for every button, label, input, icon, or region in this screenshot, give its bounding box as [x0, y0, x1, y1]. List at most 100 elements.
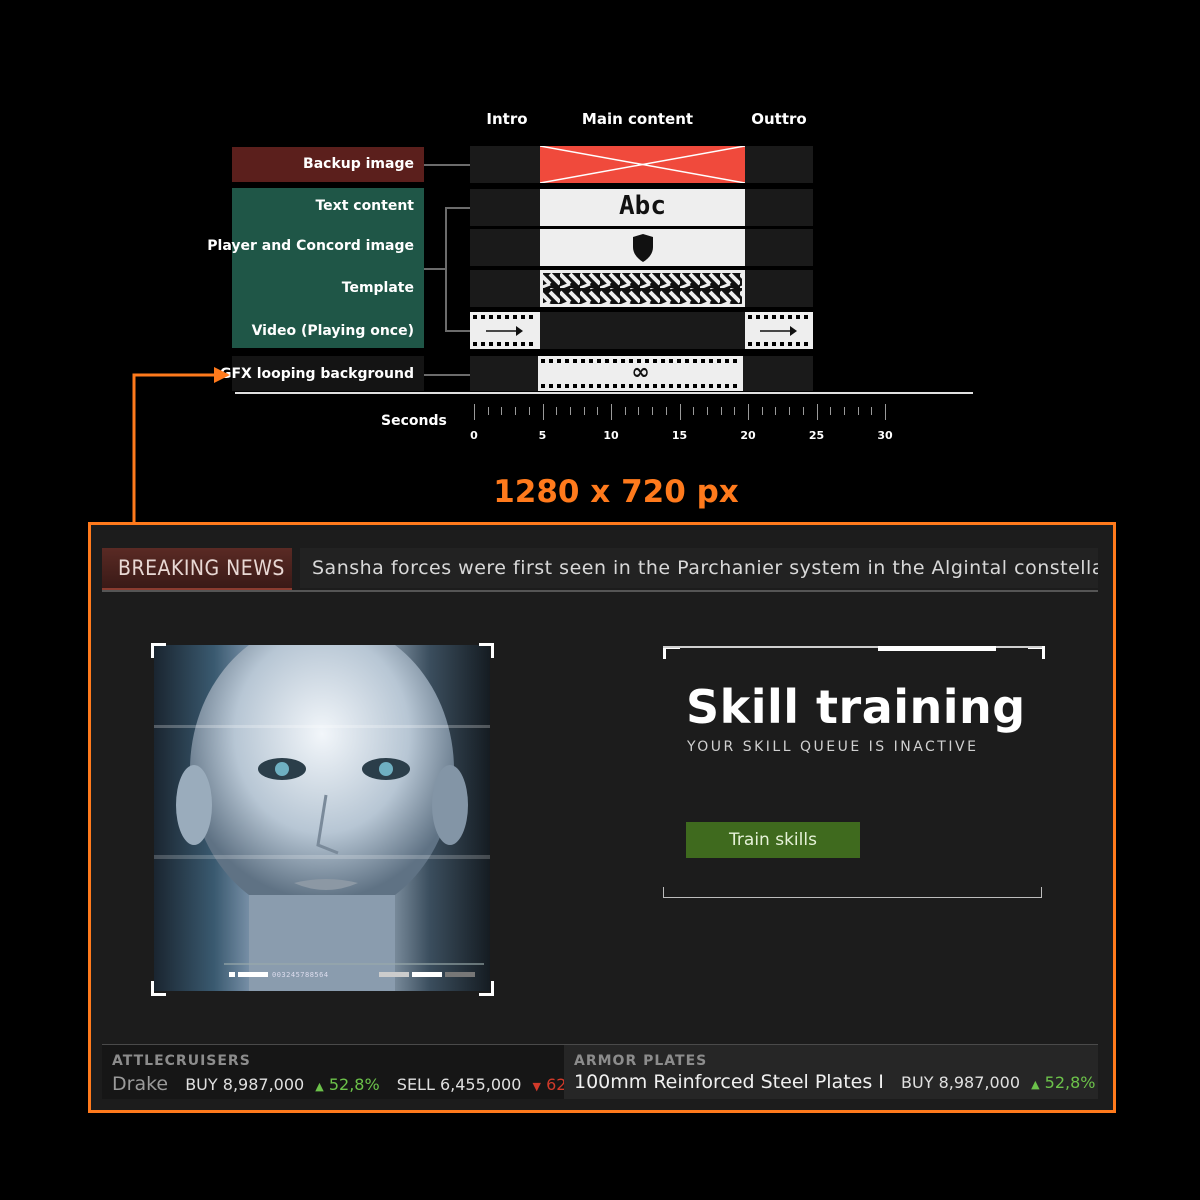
connector-text [445, 207, 470, 209]
video-label: Video (Playing once) [251, 323, 414, 339]
market-ticker: ATTLECRUISERS Drake BUY 8,987,000 ▲ 52,8… [102, 1044, 1098, 1099]
buy-value: 8,987,000 [222, 1075, 305, 1094]
axis-tick-label: 5 [538, 429, 547, 442]
buy-change: 52,8% [328, 1075, 380, 1094]
axis-tick [583, 407, 585, 415]
gfx-looping-background-label: GFX looping background [219, 366, 414, 382]
column-header-main-content: Main content [581, 110, 694, 128]
up-arrow-icon: ▲ [315, 1080, 324, 1093]
ticker-right-segment: ARMOR PLATES 100mm Reinforced Steel Plat… [564, 1045, 1098, 1099]
player-image-cell [540, 229, 745, 266]
axis-tick [624, 407, 626, 415]
axis-tick [789, 407, 791, 415]
axis-tick [720, 407, 722, 415]
axis-tick [542, 404, 544, 420]
gfx-label-box: GFX looping background [220, 356, 424, 391]
axis-tick [802, 407, 804, 415]
column-header-intro: Intro [486, 110, 528, 128]
arrow-right-icon [760, 326, 797, 336]
template-label: Template [341, 280, 414, 296]
gfx-looping-cell: ∞ [538, 356, 743, 391]
seconds-axis [0, 0, 1, 1]
axis-tick [871, 407, 873, 415]
up-arrow-icon: ▲ [1031, 1078, 1040, 1091]
panel-bottom-left-tick [663, 887, 664, 897]
axis-tick [515, 407, 517, 415]
layer-group-box: Text content Player and Concord image Te… [207, 188, 424, 348]
ticker-left-segment: ATTLECRUISERS Drake BUY 8,987,000 ▲ 52,8… [102, 1045, 597, 1099]
portrait-corner-tr [479, 643, 494, 658]
player-concord-image-label: Player and Concord image [207, 238, 414, 254]
video-intro-cell [470, 312, 540, 349]
portrait-corner-tl [151, 643, 166, 658]
video-outro-cell [745, 312, 813, 349]
axis-tick-label: 10 [603, 429, 619, 442]
axis-tick [474, 404, 475, 420]
portrait-serial: 003245788564 [272, 971, 329, 979]
axis-tick [706, 407, 708, 415]
connector-backup [424, 164, 470, 166]
shield-icon [633, 234, 653, 262]
axis-tick [693, 407, 695, 415]
axis-tick [665, 407, 667, 415]
axis-tick [885, 404, 886, 420]
pointer-arrow [132, 367, 230, 524]
panel-bottom-line [663, 897, 1042, 898]
axis-tick [679, 404, 681, 420]
portrait-corner-bl [151, 981, 166, 996]
axis-tick [830, 407, 832, 415]
ticker-category-left: ATTLECRUISERS [112, 1053, 251, 1069]
axis-tick [638, 407, 640, 415]
axis-tick-label: 25 [808, 429, 825, 442]
axis-tick [487, 407, 489, 415]
template-cell [540, 270, 745, 307]
seconds-axis-label: Seconds [381, 413, 447, 429]
axis-tick [857, 407, 859, 415]
axis-tick [734, 407, 736, 415]
timeline-baseline [235, 392, 973, 394]
train-skills-button[interactable]: Train skills [686, 822, 860, 858]
skill-queue-status: YOUR SKILL QUEUE IS INACTIVE [687, 739, 979, 755]
panel-top-tab [878, 646, 996, 651]
axis-tick [611, 404, 612, 420]
axis-tick [556, 407, 558, 415]
axis-tick [501, 407, 503, 415]
breaking-news-label: BREAKING NEWS [118, 556, 285, 580]
face-image [154, 645, 490, 991]
axis-tick [652, 407, 654, 415]
axis-tick-label: 30 [877, 429, 893, 442]
buy-value: 8,987,000 [938, 1073, 1020, 1092]
axis-tick-label: 15 [671, 429, 688, 442]
axis-tick [843, 407, 845, 415]
news-divider [102, 590, 1098, 592]
buy-label: BUY [901, 1073, 934, 1092]
portrait-corner-br [479, 981, 494, 996]
backup-image-label-box: Backup image [232, 147, 424, 182]
axis-tick [528, 407, 530, 415]
ticker-line-right: 100mm Reinforced Steel Plates I BUY 8,98… [574, 1071, 1095, 1093]
character-portrait: 003245788564 [154, 645, 490, 991]
axis-tick [775, 407, 777, 415]
axis-tick [597, 407, 599, 415]
column-header-outro: Outtro [751, 110, 807, 128]
news-headline-box: Sansha forces were first seen in the Par… [300, 548, 1098, 588]
ticker-line-left: Drake BUY 8,987,000 ▲ 52,8% SELL 6,455,0… [112, 1073, 597, 1095]
text-content-cell: Abc [540, 189, 745, 226]
connector-video [445, 330, 470, 332]
news-headline: Sansha forces were first seen in the Par… [312, 557, 1098, 579]
connector-group-vertical [445, 207, 447, 331]
abc-glyph: Abc [619, 191, 666, 221]
axis-tick [748, 404, 749, 420]
ticker-item-left: Drake [112, 1073, 169, 1095]
axis-tick [761, 407, 763, 415]
down-arrow-icon: ▼ [532, 1080, 541, 1093]
axis-tick [816, 404, 818, 420]
connector-group-horizontal [424, 268, 446, 270]
axis-tick [569, 407, 571, 415]
backup-image-label: Backup image [303, 156, 414, 172]
infinity-icon: ∞ [631, 360, 650, 385]
text-content-label: Text content [315, 198, 414, 214]
ticker-category-right: ARMOR PLATES [574, 1053, 708, 1069]
breaking-news-tag: BREAKING NEWS [102, 548, 292, 590]
panel-bottom-right-tick [1041, 887, 1042, 897]
